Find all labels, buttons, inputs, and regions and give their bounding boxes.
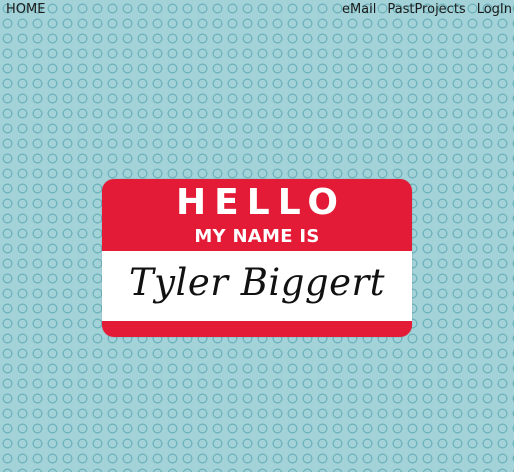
login-link[interactable]: LogIn <box>477 2 512 18</box>
tag-name-area: Tyler Biggert <box>102 251 412 321</box>
tag-subtitle: MY NAME IS <box>194 226 320 247</box>
nav-right-links: eMail PastProjects LogIn <box>342 2 512 18</box>
tag-greeting: HELLO <box>176 182 346 223</box>
hello-name-tag: HELLO MY NAME IS Tyler Biggert <box>102 179 412 337</box>
tag-name: Tyler Biggert <box>128 261 386 304</box>
home-link[interactable]: HOME <box>6 2 45 18</box>
email-link[interactable]: eMail <box>342 2 376 18</box>
top-navigation: HOME eMail PastProjects LogIn <box>0 0 514 22</box>
past-projects-link[interactable]: PastProjects <box>387 2 465 18</box>
